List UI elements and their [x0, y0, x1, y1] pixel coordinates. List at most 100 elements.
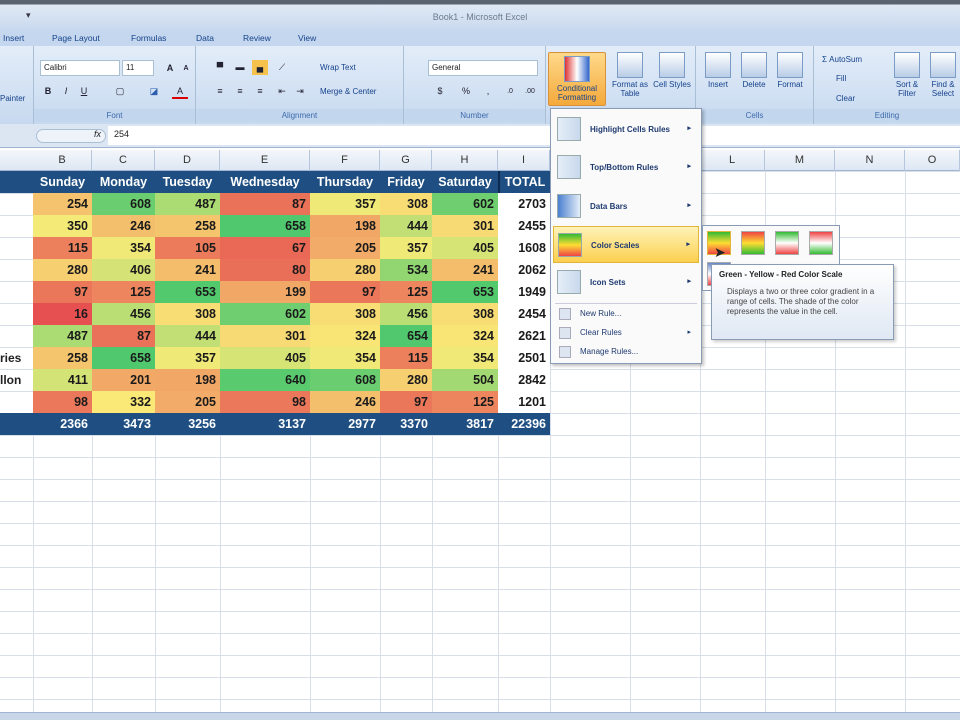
- column-header[interactable]: E: [220, 150, 310, 171]
- data-cell[interactable]: 658: [220, 215, 310, 237]
- column-header[interactable]: D: [155, 150, 220, 171]
- align-right-icon[interactable]: ≡: [252, 84, 268, 99]
- data-cell[interactable]: 456: [380, 303, 432, 325]
- fill-color-icon[interactable]: ◪: [146, 84, 162, 99]
- currency-button[interactable]: $: [432, 84, 448, 99]
- find-select-button[interactable]: Find & Select: [926, 52, 960, 98]
- total-cell[interactable]: 1949: [498, 281, 550, 303]
- data-cell[interactable]: 97: [310, 281, 380, 303]
- data-cell[interactable]: 354: [432, 347, 498, 369]
- data-cell[interactable]: 654: [380, 325, 432, 347]
- data-cell[interactable]: 105: [155, 237, 220, 259]
- data-cell[interactable]: 280: [380, 369, 432, 391]
- increase-indent-icon[interactable]: ⇥: [292, 84, 308, 99]
- shrink-font-icon[interactable]: A: [178, 61, 194, 76]
- data-cell[interactable]: 487: [33, 325, 92, 347]
- data-cell[interactable]: 602: [432, 193, 498, 215]
- data-cell[interactable]: 241: [432, 259, 498, 281]
- data-cell[interactable]: 357: [155, 347, 220, 369]
- data-cell[interactable]: 301: [432, 215, 498, 237]
- menu-item-top-bottom-rules[interactable]: Top/Bottom Rules ▸: [553, 149, 699, 186]
- autosum-button[interactable]: Σ AutoSum: [822, 55, 862, 64]
- data-cell[interactable]: 487: [155, 193, 220, 215]
- data-cell[interactable]: 280: [310, 259, 380, 281]
- data-cell[interactable]: 115: [380, 347, 432, 369]
- total-cell[interactable]: 2501: [498, 347, 550, 369]
- data-cell[interactable]: 357: [380, 237, 432, 259]
- data-cell[interactable]: 67: [220, 237, 310, 259]
- data-cell[interactable]: 254: [33, 193, 92, 215]
- data-cell[interactable]: 205: [310, 237, 380, 259]
- data-cell[interactable]: 456: [92, 303, 155, 325]
- tab-review[interactable]: Review: [243, 33, 271, 43]
- format-cells-button[interactable]: Format: [772, 52, 808, 89]
- menu-item-manage-rules[interactable]: Manage Rules...: [553, 343, 699, 362]
- total-cell[interactable]: 2621: [498, 325, 550, 347]
- orientation-icon[interactable]: ⟋: [274, 60, 290, 75]
- column-header[interactable]: G: [380, 150, 432, 171]
- data-cell[interactable]: 98: [33, 391, 92, 413]
- italic-icon[interactable]: I: [58, 84, 74, 99]
- data-cell[interactable]: 444: [155, 325, 220, 347]
- data-cell[interactable]: 308: [310, 303, 380, 325]
- green-white-red-scale-option[interactable]: [775, 231, 799, 255]
- data-cell[interactable]: 258: [33, 347, 92, 369]
- column-header[interactable]: C: [92, 150, 155, 171]
- data-cell[interactable]: 324: [432, 325, 498, 347]
- data-cell[interactable]: 198: [155, 369, 220, 391]
- tab-formulas[interactable]: Formulas: [131, 33, 166, 43]
- data-cell[interactable]: 97: [380, 391, 432, 413]
- underline-icon[interactable]: U: [76, 84, 92, 99]
- align-bottom-icon[interactable]: ▄: [252, 60, 268, 75]
- data-cell[interactable]: 640: [220, 369, 310, 391]
- data-cell[interactable]: 201: [92, 369, 155, 391]
- data-cell[interactable]: 332: [92, 391, 155, 413]
- clear-button[interactable]: Clear: [836, 94, 855, 103]
- data-cell[interactable]: 411: [33, 369, 92, 391]
- align-center-icon[interactable]: ≡: [232, 84, 248, 99]
- data-cell[interactable]: 504: [432, 369, 498, 391]
- data-cell[interactable]: 405: [432, 237, 498, 259]
- tab-view[interactable]: View: [298, 33, 316, 43]
- column-header[interactable]: F: [310, 150, 380, 171]
- delete-cells-button[interactable]: Delete: [736, 52, 772, 89]
- merge-center-button[interactable]: Merge & Center: [320, 87, 376, 96]
- red-white-green-scale-option[interactable]: [809, 231, 833, 255]
- decrease-decimal-icon[interactable]: .00: [522, 84, 538, 99]
- conditional-formatting-button[interactable]: Conditional Formatting: [548, 52, 606, 106]
- data-cell[interactable]: 444: [380, 215, 432, 237]
- sheet-tabs-bar[interactable]: [0, 712, 960, 720]
- insert-cells-button[interactable]: Insert: [700, 52, 736, 89]
- formula-input[interactable]: 254: [108, 126, 960, 145]
- total-cell[interactable]: 1201: [498, 391, 550, 413]
- data-cell[interactable]: 125: [380, 281, 432, 303]
- menu-item-new-rule[interactable]: New Rule...: [553, 305, 699, 324]
- total-cell[interactable]: 2454: [498, 303, 550, 325]
- data-cell[interactable]: 16: [33, 303, 92, 325]
- font-color-icon[interactable]: A: [172, 84, 188, 99]
- data-cell[interactable]: 354: [310, 347, 380, 369]
- tab-insert[interactable]: Insert: [3, 33, 24, 43]
- sort-filter-button[interactable]: Sort & Filter: [890, 52, 924, 98]
- format-painter-button[interactable]: Painter: [0, 94, 25, 103]
- data-cell[interactable]: 405: [220, 347, 310, 369]
- borders-icon[interactable]: ▢: [112, 84, 128, 99]
- data-cell[interactable]: 406: [92, 259, 155, 281]
- data-cell[interactable]: 87: [220, 193, 310, 215]
- total-cell[interactable]: 2703: [498, 193, 550, 215]
- data-cell[interactable]: 199: [220, 281, 310, 303]
- menu-item-icon-sets[interactable]: Icon Sets ▸: [553, 264, 699, 301]
- menu-item-color-scales[interactable]: Color Scales ▸: [553, 226, 699, 263]
- column-header[interactable]: O: [905, 150, 960, 171]
- total-cell[interactable]: 2455: [498, 215, 550, 237]
- column-header[interactable]: I: [498, 150, 550, 171]
- number-format-select[interactable]: General: [428, 60, 538, 76]
- column-header[interactable]: H: [432, 150, 498, 171]
- insert-function-icon[interactable]: fx: [94, 129, 101, 139]
- wrap-text-button[interactable]: Wrap Text: [320, 63, 356, 72]
- decrease-indent-icon[interactable]: ⇤: [274, 84, 290, 99]
- menu-item-data-bars[interactable]: Data Bars ▸: [553, 188, 699, 225]
- data-cell[interactable]: 205: [155, 391, 220, 413]
- menu-item-clear-rules[interactable]: Clear Rules ▸: [553, 324, 699, 343]
- data-cell[interactable]: 350: [33, 215, 92, 237]
